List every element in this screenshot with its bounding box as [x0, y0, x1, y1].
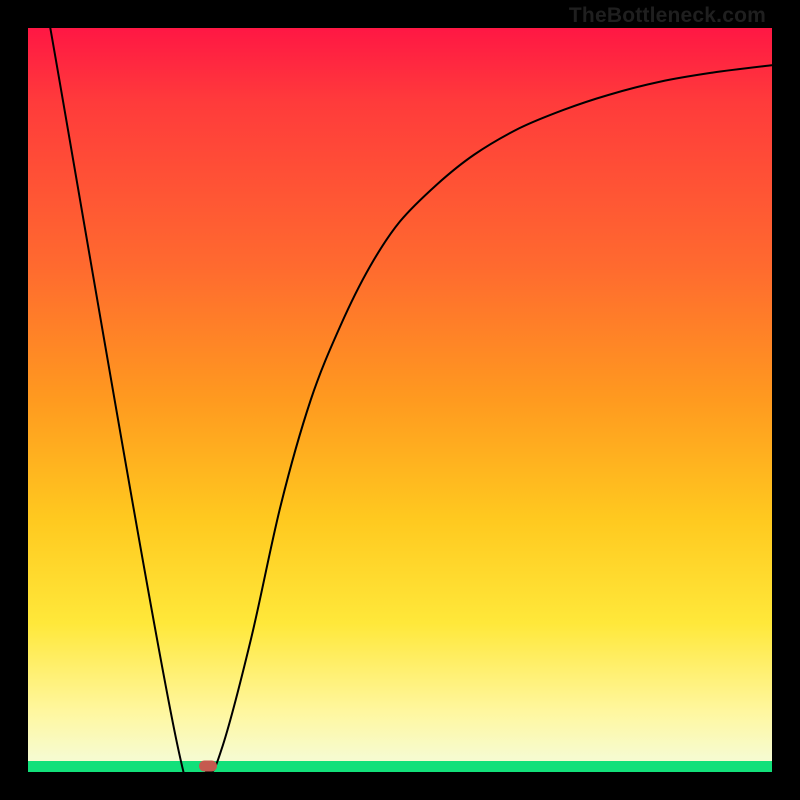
- curve-path: [50, 28, 772, 772]
- plot-area: [28, 28, 772, 772]
- optimal-marker: [199, 761, 217, 772]
- watermark-text: TheBottleneck.com: [569, 4, 766, 28]
- bottleneck-curve: [28, 28, 772, 772]
- chart-frame: TheBottleneck.com: [0, 0, 800, 800]
